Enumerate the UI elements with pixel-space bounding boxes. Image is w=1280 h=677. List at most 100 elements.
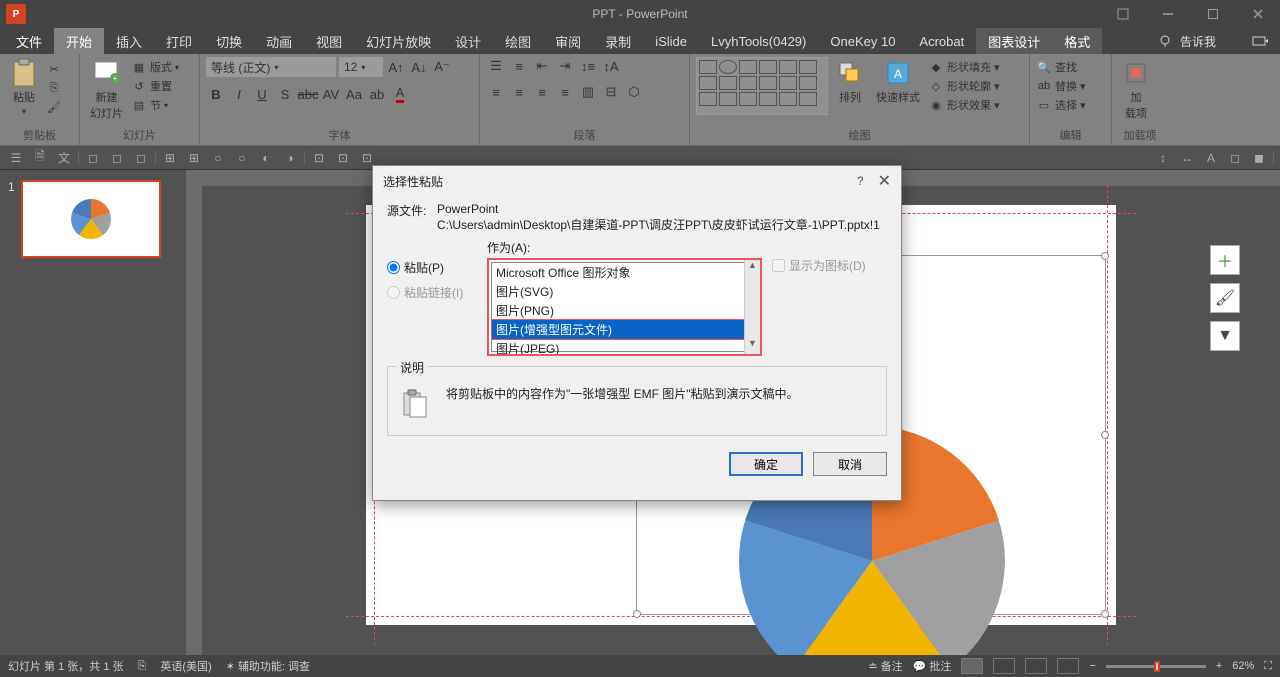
comments-button[interactable]: 💬 批注 xyxy=(913,658,952,674)
align-center-icon[interactable]: ≡ xyxy=(509,83,529,101)
dialog-close-icon[interactable]: ✕ xyxy=(878,171,891,191)
tab-home[interactable]: 开始 xyxy=(54,28,104,54)
italic-icon[interactable]: I xyxy=(229,85,249,103)
tab-slideshow[interactable]: 幻灯片放映 xyxy=(354,28,443,54)
qat-btn[interactable]: ○ xyxy=(208,149,228,167)
addin-button[interactable]: 加 载项 xyxy=(1118,57,1154,123)
shape-fill-button[interactable]: ◆形状填充 ▾ xyxy=(928,59,1000,75)
qat-btn[interactable]: A xyxy=(1201,149,1221,167)
language-label[interactable]: 英语(美国) xyxy=(160,658,211,674)
list-item[interactable]: Microsoft Office 图形对象 xyxy=(492,263,757,282)
spellcheck-icon[interactable]: ⎘ xyxy=(138,660,147,673)
change-case-icon[interactable]: Aa xyxy=(344,85,364,103)
tab-design[interactable]: 设计 xyxy=(443,28,493,54)
slideshow-view-button[interactable] xyxy=(1057,658,1079,674)
qat-btn[interactable]: ⊡ xyxy=(357,149,377,167)
qat-btn[interactable]: ◻ xyxy=(83,149,103,167)
tab-islide[interactable]: iSlide xyxy=(643,28,699,54)
qat-btn[interactable]: 文 xyxy=(54,149,74,167)
paste-radio[interactable]: 粘贴(P) xyxy=(387,259,477,276)
qat-btn[interactable]: ◑ xyxy=(280,149,300,167)
qat-btn[interactable]: ☰ xyxy=(6,149,26,167)
qat-btn[interactable]: ◐ xyxy=(256,149,276,167)
qat-btn[interactable]: ○ xyxy=(232,149,252,167)
fit-to-window-button[interactable]: ⛶ xyxy=(1264,660,1272,673)
zoom-in-button[interactable]: + xyxy=(1216,660,1222,672)
copy-icon[interactable]: ⎘ xyxy=(46,80,62,96)
tab-record[interactable]: 录制 xyxy=(593,28,643,54)
tab-file[interactable]: 文件 xyxy=(4,28,54,54)
tab-onekey[interactable]: OneKey 10 xyxy=(818,28,907,54)
quick-styles-button[interactable]: A 快速样式 xyxy=(872,57,924,107)
normal-view-button[interactable] xyxy=(961,658,983,674)
minimize-button[interactable] xyxy=(1145,0,1190,28)
align-right-icon[interactable]: ≡ xyxy=(532,83,552,101)
slide-thumbnail[interactable] xyxy=(21,180,161,258)
bullets-icon[interactable]: ☰ xyxy=(486,57,506,75)
text-direction-icon[interactable]: ↕A xyxy=(601,57,621,75)
share-icon[interactable] xyxy=(1252,34,1268,48)
chart-styles-button[interactable]: 🖌 xyxy=(1210,283,1240,313)
list-item[interactable]: 图片(增强型图元文件) xyxy=(491,319,758,340)
ok-button[interactable]: 确定 xyxy=(729,452,803,476)
justify-icon[interactable]: ≡ xyxy=(555,83,575,101)
tab-lvyhtools[interactable]: LvyhTools(0429) xyxy=(699,28,818,54)
qat-btn[interactable]: ⊞ xyxy=(184,149,204,167)
chart-elements-button[interactable]: ＋ xyxy=(1210,245,1240,275)
smartart-icon[interactable]: ⬡ xyxy=(624,83,644,101)
qat-btn[interactable]: 🗎 xyxy=(30,149,50,167)
qat-btn[interactable]: ◻ xyxy=(107,149,127,167)
qat-btn[interactable]: ◻ xyxy=(1225,149,1245,167)
maximize-button[interactable] xyxy=(1190,0,1235,28)
tab-print[interactable]: 打印 xyxy=(154,28,204,54)
align-text-icon[interactable]: ⊟ xyxy=(601,83,621,101)
arrange-button[interactable]: 排列 xyxy=(832,57,868,107)
layout-button[interactable]: ▦版式 ▾ xyxy=(131,59,179,75)
zoom-out-button[interactable]: − xyxy=(1089,660,1095,672)
slide-counter[interactable]: 幻灯片 第 1 张，共 1 张 xyxy=(8,658,124,674)
columns-icon[interactable]: ▥ xyxy=(578,83,598,101)
qat-btn[interactable]: ⊡ xyxy=(309,149,329,167)
tab-insert[interactable]: 插入 xyxy=(104,28,154,54)
format-listbox[interactable]: Microsoft Office 图形对象 图片(SVG) 图片(PNG) 图片… xyxy=(487,258,762,356)
tab-view[interactable]: 视图 xyxy=(304,28,354,54)
tab-animations[interactable]: 动画 xyxy=(254,28,304,54)
shapes-gallery[interactable] xyxy=(696,57,828,115)
reading-view-button[interactable] xyxy=(1025,658,1047,674)
decrease-font-icon[interactable]: A↓ xyxy=(409,58,429,76)
section-button[interactable]: ▤节 ▾ xyxy=(131,97,179,113)
accessibility-label[interactable]: ✶ 辅助功能: 调查 xyxy=(226,658,310,674)
font-color-icon[interactable]: A xyxy=(390,85,410,103)
paste-link-radio[interactable]: 粘贴链接(I) xyxy=(387,284,477,301)
ribbon-display-options-icon[interactable] xyxy=(1100,0,1145,28)
qat-btn[interactable]: ↕ xyxy=(1153,149,1173,167)
tab-transitions[interactable]: 切换 xyxy=(204,28,254,54)
sorter-view-button[interactable] xyxy=(993,658,1015,674)
font-name-dropdown[interactable]: 等线 (正文)▾ xyxy=(206,57,336,77)
format-painter-icon[interactable]: 🖌 xyxy=(46,99,62,115)
clear-format-icon[interactable]: A⁻ xyxy=(432,58,452,76)
notes-button[interactable]: ≐ 备注 xyxy=(868,658,902,674)
select-button[interactable]: ▭选择 ▾ xyxy=(1036,97,1086,113)
line-spacing-icon[interactable]: ↕≡ xyxy=(578,57,598,75)
increase-font-icon[interactable]: A↑ xyxy=(386,58,406,76)
replace-button[interactable]: ab替换 ▾ xyxy=(1036,78,1086,94)
strike-icon[interactable]: abc xyxy=(298,85,318,103)
cancel-button[interactable]: 取消 xyxy=(813,452,887,476)
tab-acrobat[interactable]: Acrobat xyxy=(907,28,976,54)
list-item[interactable]: 图片(SVG) xyxy=(492,282,757,301)
shadow-icon[interactable]: S xyxy=(275,85,295,103)
cut-icon[interactable]: ✂ xyxy=(46,61,62,77)
align-left-icon[interactable]: ≡ xyxy=(486,83,506,101)
underline-icon[interactable]: U xyxy=(252,85,272,103)
decrease-indent-icon[interactable]: ⇤ xyxy=(532,57,552,75)
new-slide-button[interactable]: + 新建 幻灯片 xyxy=(86,57,127,123)
shape-effects-button[interactable]: ◉形状效果 ▾ xyxy=(928,97,1000,113)
find-button[interactable]: 🔍查找 xyxy=(1036,59,1086,75)
bold-icon[interactable]: B xyxy=(206,85,226,103)
tab-chart-design[interactable]: 图表设计 xyxy=(976,28,1052,54)
qat-btn[interactable]: ◻ xyxy=(131,149,151,167)
tab-format[interactable]: 格式 xyxy=(1052,28,1102,54)
char-spacing-icon[interactable]: AV xyxy=(321,85,341,103)
reset-button[interactable]: ↺重置 xyxy=(131,78,179,94)
